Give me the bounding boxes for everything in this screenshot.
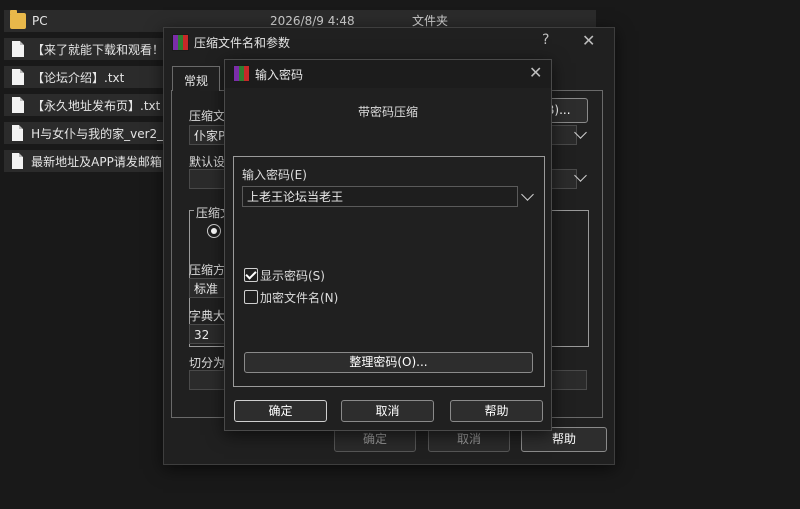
ok-button[interactable]: 确定 xyxy=(234,400,327,422)
list-item[interactable]: H与女仆与我的家_ver2_汉 xyxy=(4,122,164,144)
file-name: H与女仆与我的家_ver2_汉 xyxy=(31,126,164,141)
cancel-button[interactable]: 取消 xyxy=(341,400,434,422)
list-item[interactable]: 【来了就能下载和观看！ xyxy=(4,38,164,60)
password-dialog-header: 带密码压缩 xyxy=(357,105,418,119)
show-password-checkbox[interactable] xyxy=(244,268,258,282)
help-button[interactable]: 帮助 xyxy=(450,400,543,422)
list-item[interactable]: 【论坛介绍】.txt xyxy=(4,66,164,88)
organize-passwords-button[interactable]: 整理密码(O)... xyxy=(244,352,533,373)
file-name: PC xyxy=(32,14,48,28)
document-icon xyxy=(12,69,24,85)
file-name: 【论坛介绍】.txt xyxy=(32,70,125,85)
archive-dialog-titlebar: 压缩文件名和参数 ? ✕ xyxy=(164,28,614,56)
help-icon[interactable]: ? xyxy=(542,32,549,48)
encrypt-filenames-label: 加密文件名(N) xyxy=(260,291,339,305)
list-item[interactable]: 【永久地址发布页】.txt xyxy=(4,94,164,116)
folder-icon xyxy=(10,10,26,29)
password-label: 输入密码(E) xyxy=(242,168,307,182)
password-dialog-title: 输入密码 xyxy=(255,68,304,82)
encrypt-filenames-checkbox[interactable] xyxy=(244,290,258,304)
file-name: 最新地址及APP请发邮箱自 xyxy=(31,154,164,169)
tab-general[interactable]: 常规 xyxy=(172,66,220,91)
password-input[interactable]: 上老王论坛当老王 xyxy=(242,186,518,207)
default-settings-label: 默认设 xyxy=(189,155,226,169)
winrar-icon xyxy=(172,34,189,51)
archive-name-label: 压缩文 xyxy=(189,109,226,123)
method-select[interactable]: 标准 xyxy=(189,278,229,298)
dictionary-select[interactable]: 32 xyxy=(189,324,229,344)
tab-general-label: 常规 xyxy=(184,74,209,88)
document-icon xyxy=(12,41,24,57)
file-name: 【来了就能下载和观看！ xyxy=(32,42,164,57)
show-password-label: 显示密码(S) xyxy=(260,269,325,283)
close-icon[interactable]: ✕ xyxy=(582,31,595,50)
document-icon xyxy=(12,153,24,169)
archive-dialog-title: 压缩文件名和参数 xyxy=(194,36,291,50)
close-icon[interactable]: ✕ xyxy=(529,63,542,82)
method-label: 压缩方 xyxy=(189,263,226,277)
document-icon xyxy=(12,97,24,113)
format-radio[interactable] xyxy=(207,224,221,238)
split-label: 切分为 xyxy=(189,356,226,370)
password-dialog-titlebar: 输入密码 ✕ xyxy=(225,60,551,88)
dictionary-label: 字典大 xyxy=(189,309,226,323)
winrar-icon xyxy=(233,65,250,82)
list-item[interactable]: 最新地址及APP请发邮箱自 xyxy=(4,150,164,172)
file-name: 【永久地址发布页】.txt xyxy=(32,98,161,113)
password-dialog: 输入密码 ✕ 带密码压缩 输入密码(E) 上老王论坛当老王 显示密码(S) 加密… xyxy=(224,59,552,431)
document-icon xyxy=(12,125,24,141)
